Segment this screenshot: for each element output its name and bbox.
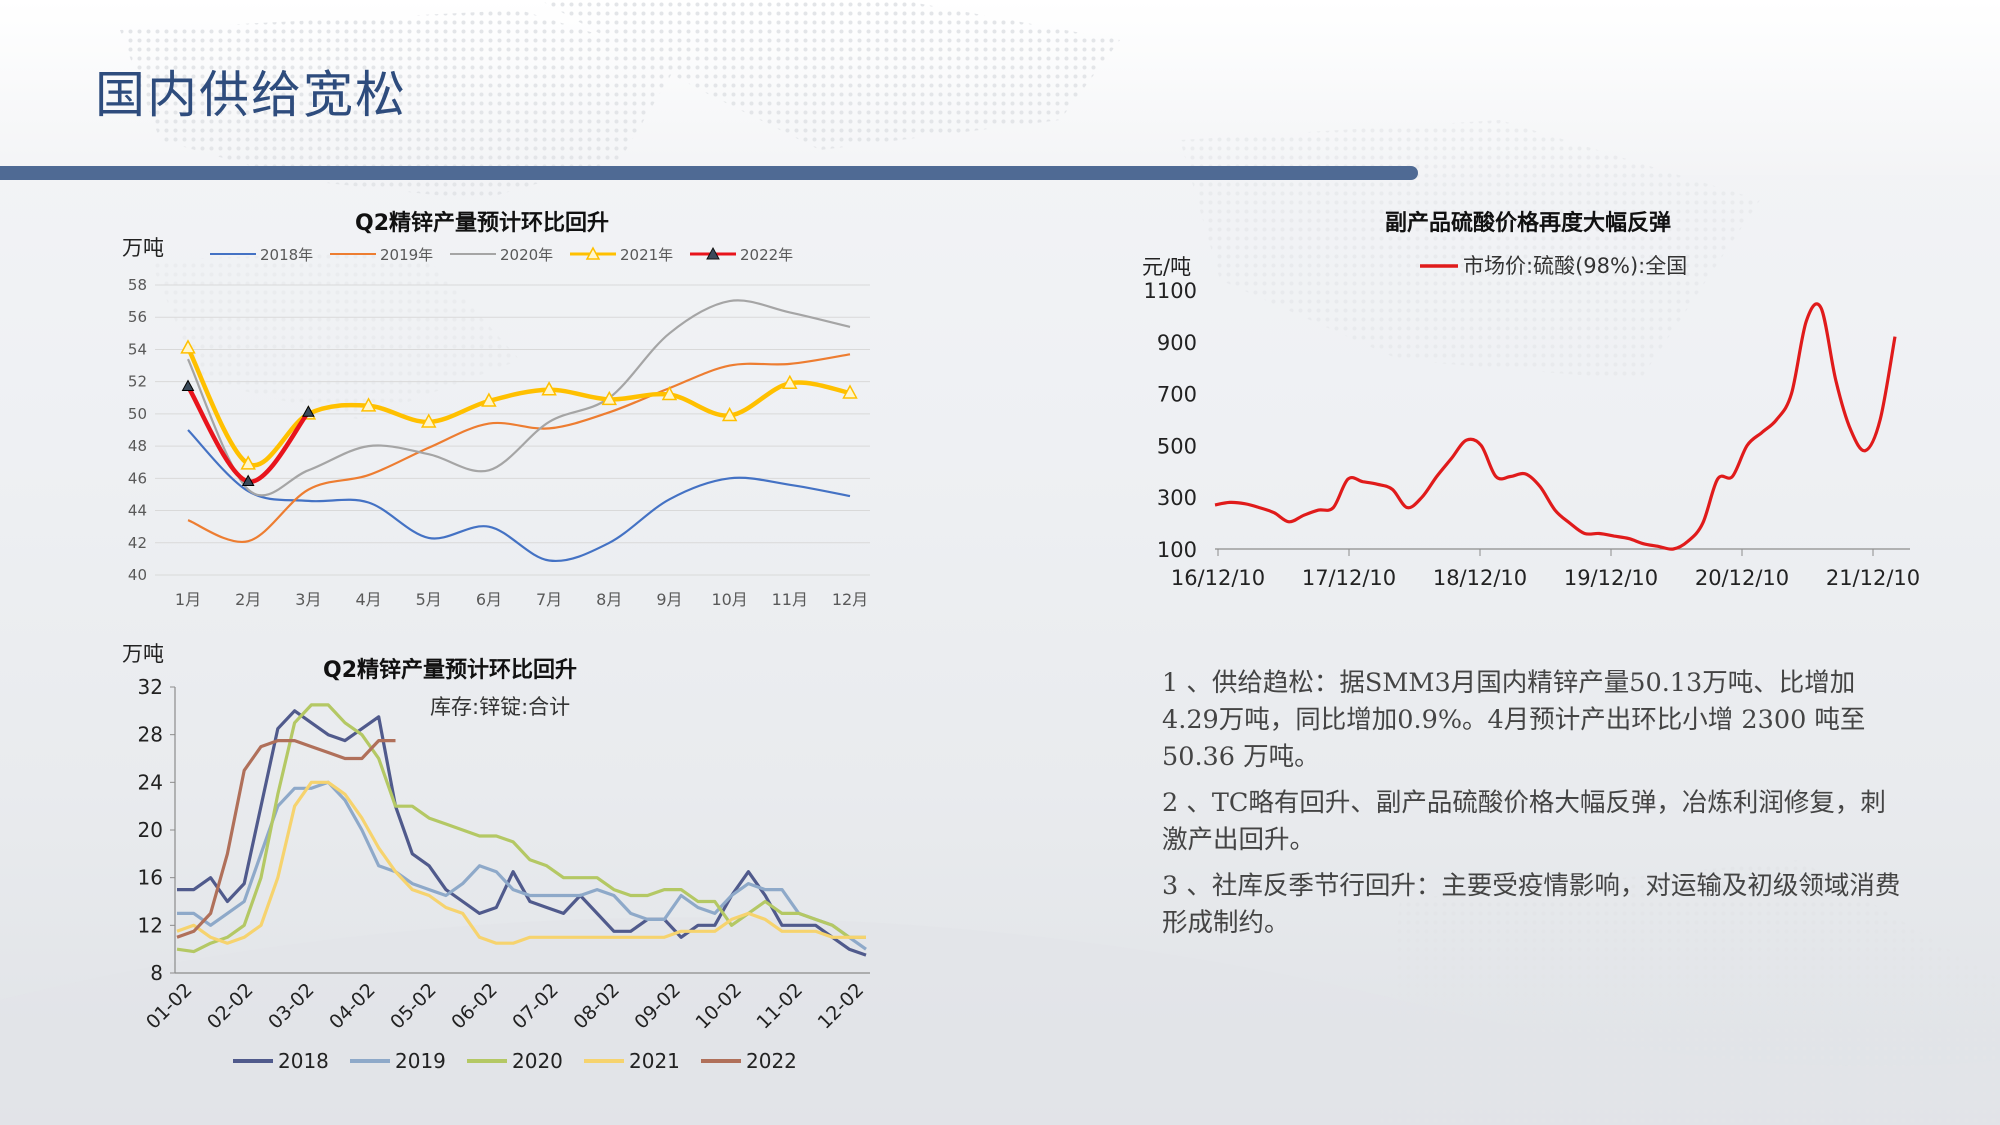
chart1-xtick-label: 9月 bbox=[656, 590, 682, 609]
chart2-series-line bbox=[176, 780, 866, 945]
chart2-xtick-label: 09-02 bbox=[630, 979, 685, 1034]
chart3-series-line bbox=[1214, 302, 1897, 551]
chart3-xtick-label: 20/12/10 bbox=[1695, 566, 1789, 590]
chart1-xtick-label: 11月 bbox=[772, 590, 808, 609]
chart1-ytick-label: 42 bbox=[128, 534, 147, 552]
chart3-legend-label: 市场价:硫酸(98%):全国 bbox=[1463, 254, 1687, 278]
chart3-ytick-label: 900 bbox=[1157, 331, 1197, 355]
chart1-point-marker bbox=[180, 339, 196, 354]
chart2-ytick-label: 12 bbox=[138, 913, 163, 937]
chart1-xtick-label: 3月 bbox=[295, 590, 321, 609]
chart1-ytick-label: 52 bbox=[128, 373, 147, 391]
chart1-ytick-label: 58 bbox=[128, 276, 147, 294]
chart3-xtick-label: 21/12/10 bbox=[1826, 566, 1920, 590]
chart1-legend-label: 2020年 bbox=[500, 246, 553, 264]
chart3-ytick-label: 100 bbox=[1157, 538, 1197, 562]
chart2-ytick-label: 24 bbox=[138, 770, 163, 794]
chart2-legend-label: 2018 bbox=[278, 1049, 329, 1073]
chart1-xtick-label: 4月 bbox=[355, 590, 381, 609]
chart1-legend-label: 2019年 bbox=[380, 246, 433, 264]
chart3-ytick-label: 500 bbox=[1157, 434, 1197, 458]
chart1-xtick-label: 10月 bbox=[711, 590, 747, 609]
chart2-ytick-label: 28 bbox=[138, 723, 163, 747]
chart3-ytick-label: 1100 bbox=[1144, 279, 1197, 303]
chart1-xtick-label: 12月 bbox=[832, 590, 868, 609]
chart1-xtick-label: 1月 bbox=[175, 590, 201, 609]
chart1-xtick-label: 6月 bbox=[476, 590, 502, 609]
chart2-legend-label: 2021 bbox=[629, 1049, 680, 1073]
paragraph-3: 3 、社库反季节行回升：主要受疫情影响，对运输及初级领域消费形成制约。 bbox=[1162, 871, 1901, 938]
chart2-ytick-label: 16 bbox=[138, 866, 163, 890]
chart2-xtick-label: 04-02 bbox=[325, 979, 380, 1034]
chart1-ytick-label: 44 bbox=[128, 502, 147, 520]
chart1-ytick-label: 46 bbox=[128, 469, 147, 487]
chart3-xtick-label: 19/12/10 bbox=[1564, 566, 1658, 590]
chart1-ytick-label: 50 bbox=[128, 405, 147, 423]
chart2-subtitle: 库存:锌锭:合计 bbox=[430, 695, 570, 719]
chart3-xtick-label: 17/12/10 bbox=[1302, 566, 1396, 590]
chart1-title: Q2精锌产量预计环比回升 bbox=[355, 211, 610, 236]
chart2-unit: 万吨 bbox=[122, 642, 164, 666]
chart2-xtick-label: 05-02 bbox=[386, 979, 441, 1034]
chart2-ytick-label: 8 bbox=[150, 961, 163, 985]
chart2-ytick-label: 32 bbox=[138, 675, 163, 699]
chart2-ytick-label: 20 bbox=[138, 818, 163, 842]
chart1-ytick-label: 48 bbox=[128, 437, 147, 455]
chart3-ytick-label: 700 bbox=[1157, 383, 1197, 407]
chart1-xtick-label: 2月 bbox=[235, 590, 261, 609]
paragraph-1: 1 、供给趋松：据SMM3月国内精锌产量50.13万吨、比增加4.29万吨，同比… bbox=[1162, 668, 1866, 772]
chart1-legend-label: 2022年 bbox=[740, 246, 793, 264]
chart2-xtick-label: 07-02 bbox=[508, 979, 563, 1034]
chart2-xtick-label: 12-02 bbox=[814, 979, 869, 1034]
chart1-xtick-label: 8月 bbox=[596, 590, 622, 609]
chart3-xtick-label: 16/12/10 bbox=[1171, 566, 1265, 590]
chart3-xtick-label: 18/12/10 bbox=[1433, 566, 1527, 590]
chart2-xtick-label: 11-02 bbox=[753, 979, 808, 1034]
chart1-legend-label: 2021年 bbox=[620, 246, 673, 264]
chart2-xtick-label: 10-02 bbox=[691, 979, 746, 1034]
chart2-legend-label: 2022 bbox=[746, 1049, 797, 1073]
page-title: 国内供给宽松 bbox=[95, 66, 407, 124]
chart1-production-line-chart: 40 42 44 46 48 50 52 54 56 58 1月 2月 3月 4月 5月 6月 7月 8月 9月 10… bbox=[128, 246, 870, 609]
chart1-ytick-label: 56 bbox=[128, 308, 147, 326]
chart3-ytick-label: 300 bbox=[1157, 486, 1197, 510]
chart1-ytick-label: 40 bbox=[128, 566, 147, 584]
chart1-ytick-label: 54 bbox=[128, 340, 147, 358]
chart1-xtick-label: 7月 bbox=[536, 590, 562, 609]
chart2-xtick-label: 08-02 bbox=[569, 979, 624, 1034]
chart3-title: 副产品硫酸价格再度大幅反弹 bbox=[1385, 211, 1672, 236]
chart2-xtick-label: 03-02 bbox=[264, 979, 319, 1034]
chart2-inventory-line-chart: 8 12 16 20 24 28 32 01-02 02-02 03-02 04-02 05-02 06… bbox=[138, 675, 870, 1073]
chart3-sulfuric-acid-price-chart: 100 300 500 700 900 1100 16/12/10 17/12/10 18/12… bbox=[1144, 254, 1920, 590]
chart1-legend-label: 2018年 bbox=[260, 246, 313, 264]
chart2-xtick-label: 01-02 bbox=[142, 979, 197, 1034]
title-divider bbox=[0, 166, 1418, 180]
chart2-xtick-label: 06-02 bbox=[447, 979, 502, 1034]
chart2-legend-label: 2020 bbox=[512, 1049, 563, 1073]
chart1-series-line bbox=[187, 299, 851, 497]
chart2-legend-label: 2019 bbox=[395, 1049, 446, 1073]
paragraph-2: 2 、TC略有回升、副产品硫酸价格大幅反弹，冶炼利润修复，刺激产出回升。 bbox=[1162, 788, 1886, 855]
chart2-xtick-label: 02-02 bbox=[203, 979, 258, 1034]
chart1-xtick-label: 5月 bbox=[416, 590, 442, 609]
